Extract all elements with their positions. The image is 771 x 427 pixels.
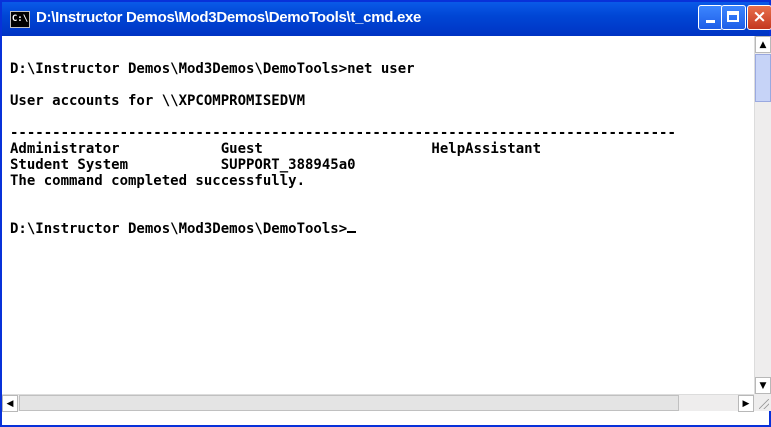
scroll-right-icon[interactable]: ▶ [738, 395, 754, 412]
console-separator: ----------------------------------------… [10, 125, 676, 141]
vertical-scrollbar[interactable]: ▲ ▼ [754, 36, 771, 394]
window-title: D:\Instructor Demos\Mod3Demos\DemoTools\… [36, 9, 422, 26]
console-app-icon[interactable]: C:\ [10, 11, 30, 28]
console-output[interactable]: D:\Instructor Demos\Mod3Demos\DemoTools>… [2, 36, 754, 394]
console-text: D:\Instructor Demos\Mod3Demos\DemoTools>… [2, 36, 754, 237]
console-line: Student System SUPPORT_388945a0 [10, 157, 356, 173]
close-button[interactable]: × [747, 5, 771, 30]
console-line: Administrator Guest HelpAssistant [10, 141, 542, 157]
title-bar[interactable]: C:\ D:\Instructor Demos\Mod3Demos\DemoTo… [2, 2, 771, 36]
console-prompt: D:\Instructor Demos\Mod3Demos\DemoTools> [10, 221, 348, 237]
console-line: The command completed successfully. [10, 173, 306, 189]
text-cursor [347, 231, 357, 233]
cmd-window: C:\ D:\Instructor Demos\Mod3Demos\DemoTo… [0, 0, 771, 427]
minimize-button[interactable] [698, 5, 723, 30]
maximize-icon [727, 11, 739, 22]
horizontal-scroll-thumb[interactable] [19, 395, 679, 411]
console-line: D:\Instructor Demos\Mod3Demos\DemoTools>… [10, 61, 415, 77]
resize-grip[interactable] [754, 394, 771, 411]
maximize-button[interactable] [721, 5, 746, 30]
close-icon: × [752, 7, 767, 27]
horizontal-scrollbar[interactable]: ◀ ▶ [2, 394, 754, 412]
console-line: User accounts for \\XPCOMPROMISEDVM [10, 93, 306, 109]
scroll-up-icon[interactable]: ▲ [755, 36, 771, 53]
vertical-scroll-thumb[interactable] [755, 54, 771, 102]
scroll-left-icon[interactable]: ◀ [2, 395, 18, 412]
scroll-down-icon[interactable]: ▼ [755, 377, 771, 394]
minimize-icon [706, 20, 715, 23]
resize-grip-icon [759, 399, 769, 409]
